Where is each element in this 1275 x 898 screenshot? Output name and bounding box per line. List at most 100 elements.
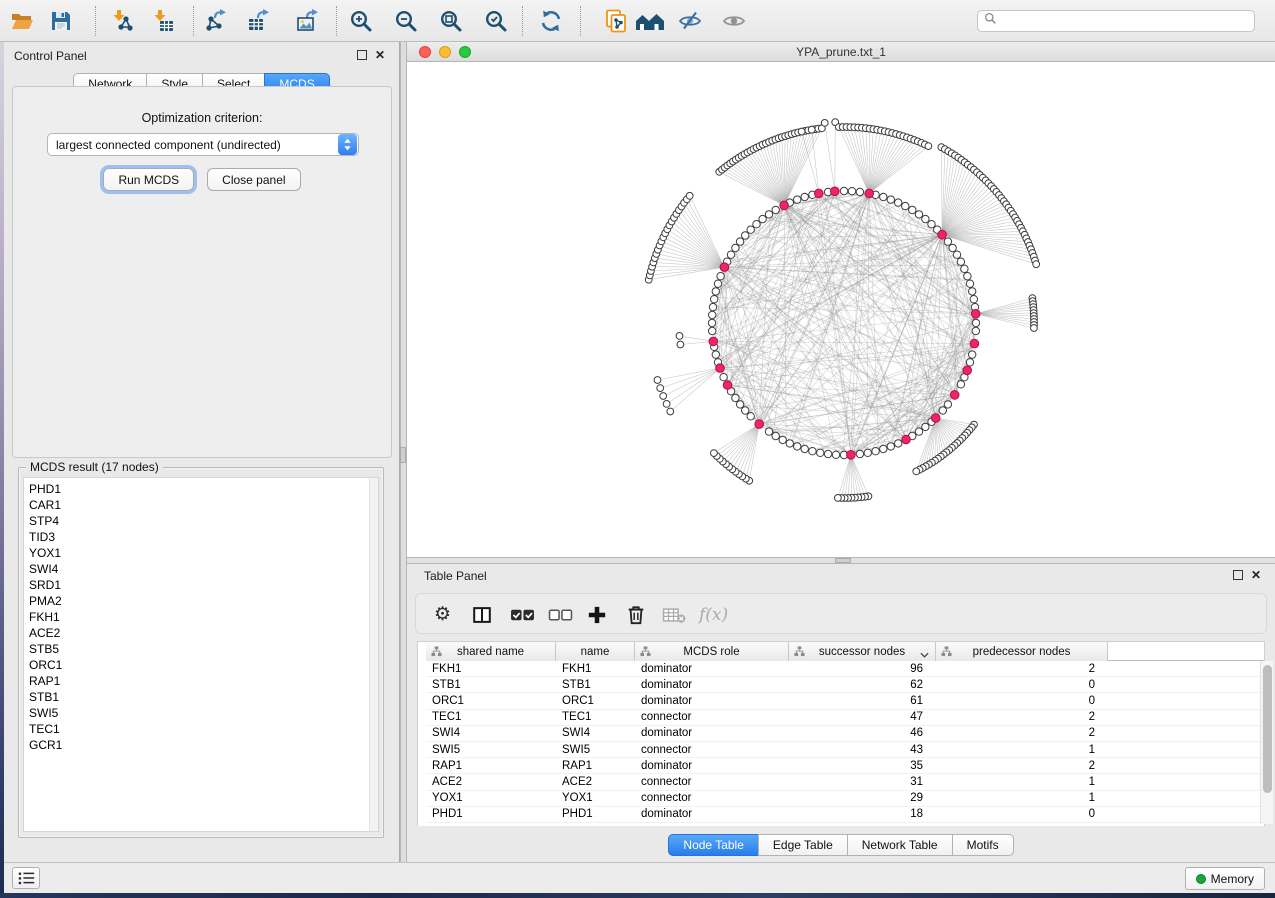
- mcds-result-item[interactable]: FKH1: [24, 609, 378, 625]
- node-table-header: shared namenameMCDS rolesuccessor nodesp…: [426, 642, 1264, 661]
- table-cell: ORC1: [426, 693, 556, 708]
- network-window: YPA_prune.txt_1: [407, 42, 1275, 557]
- mcds-result-item[interactable]: PMA2: [24, 593, 378, 609]
- zoom-fit-icon[interactable]: [438, 8, 464, 34]
- refresh-layout-icon[interactable]: [538, 8, 564, 34]
- import-table-icon[interactable]: [150, 8, 176, 34]
- table-cell: 1: [936, 742, 1108, 757]
- table-row[interactable]: SWI5SWI5connector431: [426, 742, 1264, 758]
- import-network-icon[interactable]: [109, 8, 135, 34]
- table-row[interactable]: STB1STB1dominator620: [426, 677, 1264, 693]
- hide-selected-icon[interactable]: [677, 8, 703, 34]
- column-type-icon: [431, 646, 442, 660]
- delete-column-icon[interactable]: [626, 602, 646, 627]
- tab-network-table[interactable]: Network Table: [847, 834, 953, 856]
- network-canvas[interactable]: [407, 62, 1275, 557]
- select-all-icon[interactable]: [510, 602, 535, 627]
- column-header-shared-name[interactable]: shared name: [426, 642, 556, 661]
- table-cell: dominator: [635, 661, 789, 676]
- function-builder-icon: f(x): [699, 602, 728, 627]
- export-image-icon[interactable]: [295, 8, 321, 34]
- search-input[interactable]: [997, 13, 1254, 29]
- table-scrollbar[interactable]: [1260, 661, 1273, 824]
- mcds-result-item[interactable]: GCR1: [24, 737, 378, 753]
- table-cell: connector: [635, 710, 789, 725]
- table-scrollbar-thumb[interactable]: [1263, 665, 1272, 793]
- close-panel-icon[interactable]: ✕: [375, 50, 385, 60]
- network-titlebar[interactable]: YPA_prune.txt_1: [407, 42, 1275, 62]
- mcds-result-item[interactable]: ORC1: [24, 657, 378, 673]
- table-cell: STB1: [426, 677, 556, 692]
- save-icon[interactable]: [48, 8, 74, 34]
- deselect-all-icon[interactable]: [548, 602, 573, 627]
- zoom-selected-icon[interactable]: [483, 8, 509, 34]
- mcds-result-item[interactable]: RAP1: [24, 673, 378, 689]
- table-cell: dominator: [635, 726, 789, 741]
- mcds-result-item[interactable]: SWI5: [24, 705, 378, 721]
- task-history-button[interactable]: [12, 867, 40, 889]
- mcds-result-item[interactable]: TEC1: [24, 721, 378, 737]
- mcds-list-scrollbar[interactable]: [369, 478, 378, 831]
- manage-networks-icon[interactable]: [603, 8, 629, 34]
- open-folder-icon[interactable]: [9, 8, 35, 34]
- zoom-in-icon[interactable]: [348, 8, 374, 34]
- mcds-result-item[interactable]: YOX1: [24, 545, 378, 561]
- mcds-result-item[interactable]: SRD1: [24, 577, 378, 593]
- memory-button[interactable]: Memory: [1185, 867, 1265, 890]
- mcds-result-item[interactable]: SWI4: [24, 561, 378, 577]
- table-row[interactable]: RAP1RAP1dominator352: [426, 758, 1264, 774]
- float-table-panel-icon[interactable]: [1233, 570, 1243, 580]
- table-cell: YOX1: [426, 791, 556, 806]
- table-cell: 2: [936, 710, 1108, 725]
- toolbar-separator: [95, 6, 96, 36]
- search-box[interactable]: [977, 10, 1255, 32]
- table-row[interactable]: YOX1YOX1connector291: [426, 791, 1264, 807]
- table-row[interactable]: PHD1PHD1dominator180: [426, 807, 1264, 823]
- toolbar-separator: [522, 6, 523, 36]
- table-settings-icon[interactable]: ⚙: [434, 602, 451, 627]
- column-header-predecessor-nodes[interactable]: predecessor nodes: [936, 642, 1108, 661]
- column-header-successor-nodes[interactable]: successor nodes: [789, 642, 936, 661]
- table-cell: 2: [936, 726, 1108, 741]
- vertical-split-divider[interactable]: [400, 42, 407, 862]
- mcds-result-title: MCDS result (17 nodes): [26, 460, 163, 474]
- mcds-result-list[interactable]: PHD1CAR1STP4TID3YOX1SWI4SRD1PMA2FKH1ACE2…: [23, 477, 379, 832]
- float-panel-icon[interactable]: [357, 50, 367, 60]
- mcds-result-item[interactable]: TID3: [24, 529, 378, 545]
- toolbar-separator: [336, 6, 337, 36]
- control-panel-title: Control Panel: [14, 49, 87, 63]
- tab-node-table[interactable]: Node Table: [668, 834, 759, 856]
- show-all-icon[interactable]: [634, 8, 666, 34]
- mcds-tab-content: Optimization criterion: largest connecte…: [12, 86, 392, 458]
- run-mcds-button[interactable]: Run MCDS: [103, 168, 194, 191]
- table-row[interactable]: ACE2ACE2connector311: [426, 774, 1264, 790]
- export-network-icon[interactable]: [203, 8, 229, 34]
- mcds-result-item[interactable]: STB5: [24, 641, 378, 657]
- table-row[interactable]: SWI4SWI4dominator462: [426, 726, 1264, 742]
- table-row[interactable]: TEC1TEC1connector472: [426, 710, 1264, 726]
- mcds-result-item[interactable]: CAR1: [24, 497, 378, 513]
- mcds-result-item[interactable]: PHD1: [24, 481, 378, 497]
- close-table-panel-icon[interactable]: ✕: [1251, 570, 1261, 580]
- export-table-icon[interactable]: [246, 8, 272, 34]
- add-column-icon[interactable]: [587, 602, 607, 627]
- close-panel-button[interactable]: Close panel: [207, 168, 300, 191]
- table-cell: TEC1: [556, 710, 635, 725]
- zoom-out-icon[interactable]: [393, 8, 419, 34]
- column-header-name[interactable]: name: [556, 642, 635, 661]
- table-row[interactable]: ORC1ORC1dominator610: [426, 693, 1264, 709]
- tab-motifs[interactable]: Motifs: [952, 834, 1014, 856]
- tab-edge-table[interactable]: Edge Table: [758, 834, 848, 856]
- mcds-result-item[interactable]: STB1: [24, 689, 378, 705]
- table-row[interactable]: FKH1FKH1dominator962: [426, 661, 1264, 677]
- mcds-result-item[interactable]: ACE2: [24, 625, 378, 641]
- column-header-MCDS-role[interactable]: MCDS role: [635, 642, 789, 661]
- show-columns-icon[interactable]: [471, 602, 493, 627]
- table-cell: SWI5: [426, 742, 556, 757]
- table-cell: 1: [936, 791, 1108, 806]
- node-table[interactable]: shared namenameMCDS rolesuccessor nodesp…: [417, 641, 1265, 826]
- mcds-result-item[interactable]: STP4: [24, 513, 378, 529]
- horizontal-split-divider[interactable]: [407, 557, 1275, 564]
- column-type-icon: [941, 646, 952, 660]
- criterion-select[interactable]: largest connected component (undirected): [47, 133, 359, 156]
